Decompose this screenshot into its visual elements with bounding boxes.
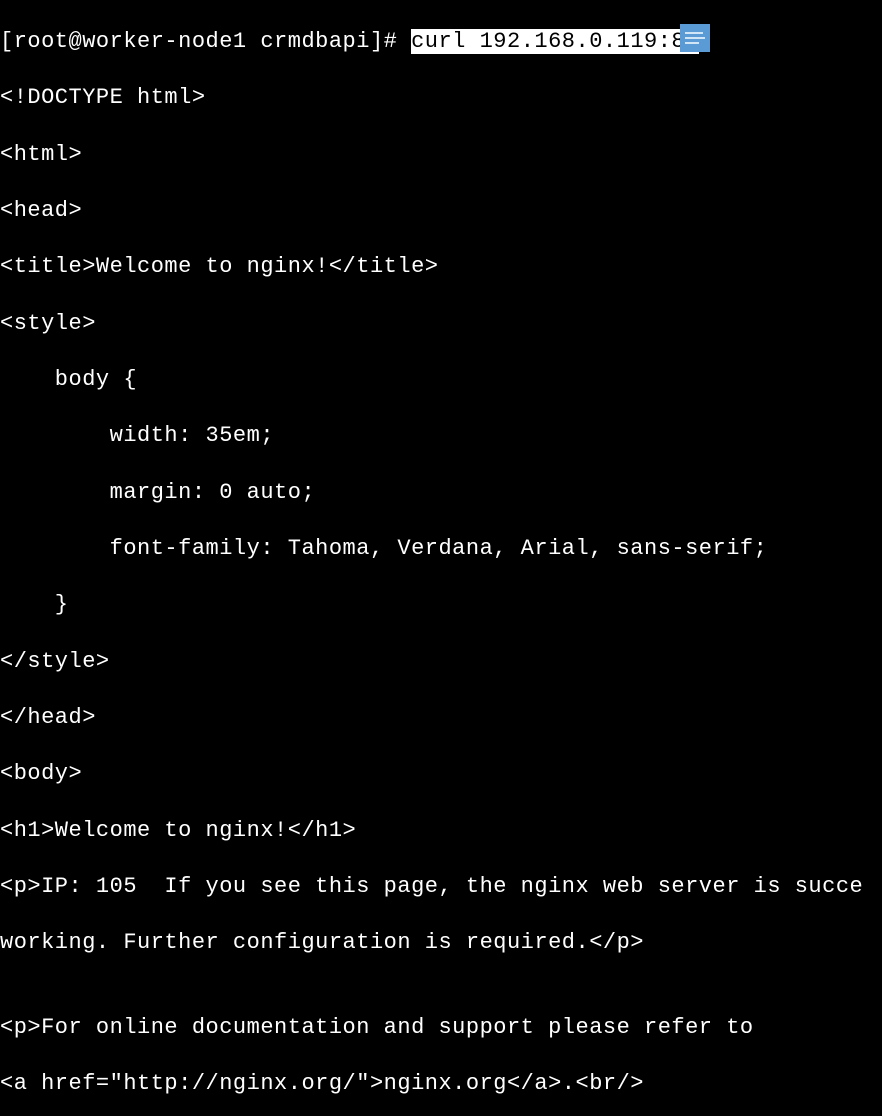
- output-line: <h1>Welcome to nginx!</h1>: [0, 817, 882, 845]
- output-line: margin: 0 auto;: [0, 479, 882, 507]
- output-line: </head>: [0, 704, 882, 732]
- output-line: <body>: [0, 760, 882, 788]
- shell-prompt: [root@worker-node1 crmdbapi]#: [0, 29, 411, 54]
- output-line: <title>Welcome to nginx!</title>: [0, 253, 882, 281]
- output-line: working. Further configuration is requir…: [0, 929, 882, 957]
- output-line: <a href="http://nginx.org/">nginx.org</a…: [0, 1070, 882, 1098]
- output-line: <style>: [0, 310, 882, 338]
- output-line: }: [0, 591, 882, 619]
- output-line: <p>IP: 105 If you see this page, the ngi…: [0, 873, 882, 901]
- output-line: <p>For online documentation and support …: [0, 1014, 882, 1042]
- text-editor-icon[interactable]: [680, 24, 710, 52]
- output-line: </style>: [0, 648, 882, 676]
- output-line: font-family: Tahoma, Verdana, Arial, san…: [0, 535, 882, 563]
- output-line: width: 35em;: [0, 422, 882, 450]
- terminal-output[interactable]: [root@worker-node1 crmdbapi]# curl 192.1…: [0, 0, 882, 1116]
- output-line: <!DOCTYPE html>: [0, 84, 882, 112]
- output-line: <head>: [0, 197, 882, 225]
- output-line: body {: [0, 366, 882, 394]
- output-line: <html>: [0, 141, 882, 169]
- shell-command: curl 192.168.0.119:81: [411, 29, 699, 54]
